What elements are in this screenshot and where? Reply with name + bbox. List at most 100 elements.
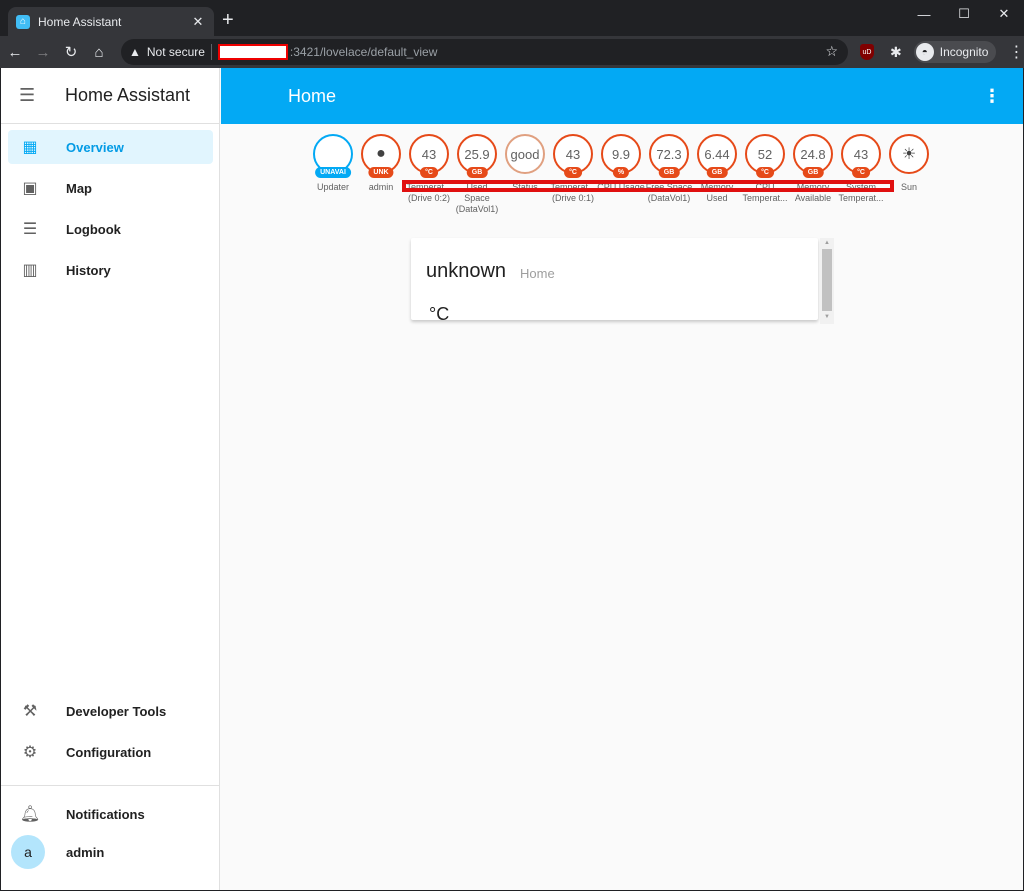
badge-memory-used[interactable]: 6.44 GB Memory Used <box>693 134 741 215</box>
sidebar-item-label: Developer Tools <box>66 703 167 719</box>
list-icon: ☰ <box>22 221 38 238</box>
badge-label: admin <box>368 182 394 192</box>
card-name: Home <box>520 266 555 281</box>
url-text[interactable]: :3421/lovelace/default_view <box>290 45 437 59</box>
badge-value: 43 <box>853 146 869 162</box>
sidebar-header: ☰ Home Assistant <box>1 68 219 124</box>
badge-circle: UNAVAI <box>313 134 353 178</box>
close-tab-icon[interactable]: ✕ <box>190 14 206 30</box>
forward-icon[interactable]: → <box>30 39 56 65</box>
browser-tab[interactable]: ⌂ Home Assistant ✕ <box>8 7 214 36</box>
sidebar-item-label: Configuration <box>66 744 152 760</box>
badge-admin[interactable]: ● UNK admin <box>357 134 405 215</box>
person-icon: ● <box>376 145 386 162</box>
sidebar-item-configuration[interactable]: ⚙ Configuration <box>8 735 213 769</box>
badge-cpu-temperature[interactable]: 52 °C CPU Temperat... <box>741 134 789 215</box>
badge-cpu-usage[interactable]: 9.9 % CPU Usage <box>597 134 645 215</box>
sidebar-item-label: Map <box>66 180 92 196</box>
badge-label: Updater <box>316 182 350 192</box>
badge-unit: % <box>612 167 630 178</box>
badge-unit: UNK <box>368 167 394 178</box>
badge-value: 43 <box>565 146 581 162</box>
badge-circle: ● UNK <box>361 134 401 178</box>
card-scrollbar[interactable]: ▲ ▼ <box>820 238 834 324</box>
sidebar-item-developer-tools[interactable]: ⚒ Developer Tools <box>8 694 213 728</box>
badge-circle: 9.9 % <box>601 134 641 178</box>
scroll-up-icon[interactable]: ▲ <box>820 238 834 248</box>
badge-value: 9.9 <box>611 146 631 162</box>
badge-used-space[interactable]: 25.9 GB Used Space (DataVol1) <box>453 134 501 215</box>
menu-collapse-icon[interactable]: ☰ <box>19 85 43 106</box>
sidebar-item-history[interactable]: ▥ History <box>8 253 213 287</box>
browser-chrome: ⌂ Home Assistant ✕ + — ☐ ✕ ← → ↻ ⌂ ▲ Not… <box>0 0 1024 68</box>
scroll-down-icon[interactable]: ▼ <box>820 312 834 322</box>
not-secure-label[interactable]: Not secure <box>147 45 205 59</box>
badge-memory-available[interactable]: 24.8 GB Memory Available <box>789 134 837 215</box>
redacted-host <box>217 44 288 60</box>
map-person-icon: ▣ <box>22 180 38 197</box>
sidebar-item-logbook[interactable]: ☰ Logbook <box>8 212 213 246</box>
incognito-indicator[interactable]: ◓ Incognito <box>913 41 997 63</box>
badge-unit: °C <box>564 167 582 178</box>
new-tab-button[interactable]: + <box>222 10 234 30</box>
sidebar-item-overview[interactable]: ▦ Overview <box>8 130 213 164</box>
badge-temp-drive-0-1[interactable]: 43 °C Temperat... (Drive 0:1) <box>549 134 597 215</box>
badges-row: UNAVAI Updater ● UNK admin 43 °C Tempera… <box>309 134 933 215</box>
badge-unit: UNAVAI <box>315 167 351 178</box>
entity-card[interactable]: unknown Home °C <box>411 238 818 320</box>
overflow-menu-icon[interactable]: ⋮ <box>983 86 1001 107</box>
chart-icon: ▥ <box>22 262 38 279</box>
badge-circle: 72.3 GB <box>649 134 689 178</box>
sun-icon: ☀ <box>901 146 917 163</box>
sidebar-item-map[interactable]: ▣ Map <box>8 171 213 205</box>
gear-icon: ⚙ <box>22 744 38 761</box>
badge-value: 52 <box>757 146 773 162</box>
badge-unit: GB <box>802 167 824 178</box>
minimize-icon[interactable]: — <box>904 0 944 28</box>
badge-value: good <box>510 146 540 162</box>
badge-circle: 24.8 GB <box>793 134 833 178</box>
badge-unit: °C <box>420 167 438 178</box>
badge-circle: 43 °C <box>409 134 449 178</box>
badge-circle: 52 °C <box>745 134 785 178</box>
badge-unit: GB <box>466 167 488 178</box>
badge-value: 43 <box>421 146 437 162</box>
browser-toolbar: ← → ↻ ⌂ ▲ Not secure :3421/lovelace/defa… <box>0 36 1024 68</box>
back-icon[interactable]: ← <box>2 39 28 65</box>
badge-updater[interactable]: UNAVAI Updater <box>309 134 357 215</box>
badge-temp-drive-0-2[interactable]: 43 °C Temperat... (Drive 0:2) <box>405 134 453 215</box>
grid-icon: ▦ <box>22 139 38 156</box>
extensions-area: uD ✱ ◓ Incognito ⋮ <box>856 36 1024 68</box>
badge-system-temperature[interactable]: 43 °C System Temperat... <box>837 134 885 215</box>
close-window-icon[interactable]: ✕ <box>984 0 1024 28</box>
app-header: Home ⋮ <box>221 68 1023 124</box>
badge-circle: good <box>505 134 545 174</box>
sidebar-item-notifications[interactable]: 🔔︎ Notifications <box>8 797 213 831</box>
maximize-icon[interactable]: ☐ <box>944 0 984 28</box>
badge-free-space[interactable]: 72.3 GB Free Space (DataVol1) <box>645 134 693 215</box>
home-icon[interactable]: ⌂ <box>86 39 112 65</box>
address-bar[interactable]: ▲ Not secure :3421/lovelace/default_view… <box>121 39 848 65</box>
sidebar-item-label: Overview <box>66 139 124 155</box>
badge-unit: °C <box>852 167 870 178</box>
avatar: a <box>11 835 45 869</box>
reload-icon[interactable]: ↻ <box>58 39 84 65</box>
bookmark-star-icon[interactable]: ☆ <box>825 43 838 60</box>
warning-icon: ▲ <box>129 45 141 59</box>
badge-circle: 25.9 GB <box>457 134 497 178</box>
badge-value: 24.8 <box>800 146 826 162</box>
ublock-icon[interactable]: uD <box>860 44 874 60</box>
sidebar: ☰ Home Assistant ▦ Overview ▣ Map ☰ Logb… <box>1 68 220 890</box>
card-state: unknown <box>426 260 507 282</box>
page-title: Home <box>288 85 337 106</box>
extensions-puzzle-icon[interactable]: ✱ <box>890 44 902 61</box>
badge-circle: ☀ <box>889 134 929 174</box>
scroll-thumb[interactable] <box>822 249 832 311</box>
highlight-annotation-box <box>402 180 894 192</box>
bell-icon: 🔔︎ <box>19 806 41 823</box>
sidebar-item-profile[interactable]: a admin <box>8 835 213 869</box>
badge-value: 25.9 <box>464 146 490 162</box>
badge-status[interactable]: good Status <box>501 134 549 215</box>
badge-sun[interactable]: ☀ Sun <box>885 134 933 215</box>
browser-menu-icon[interactable]: ⋮ <box>1008 42 1024 62</box>
